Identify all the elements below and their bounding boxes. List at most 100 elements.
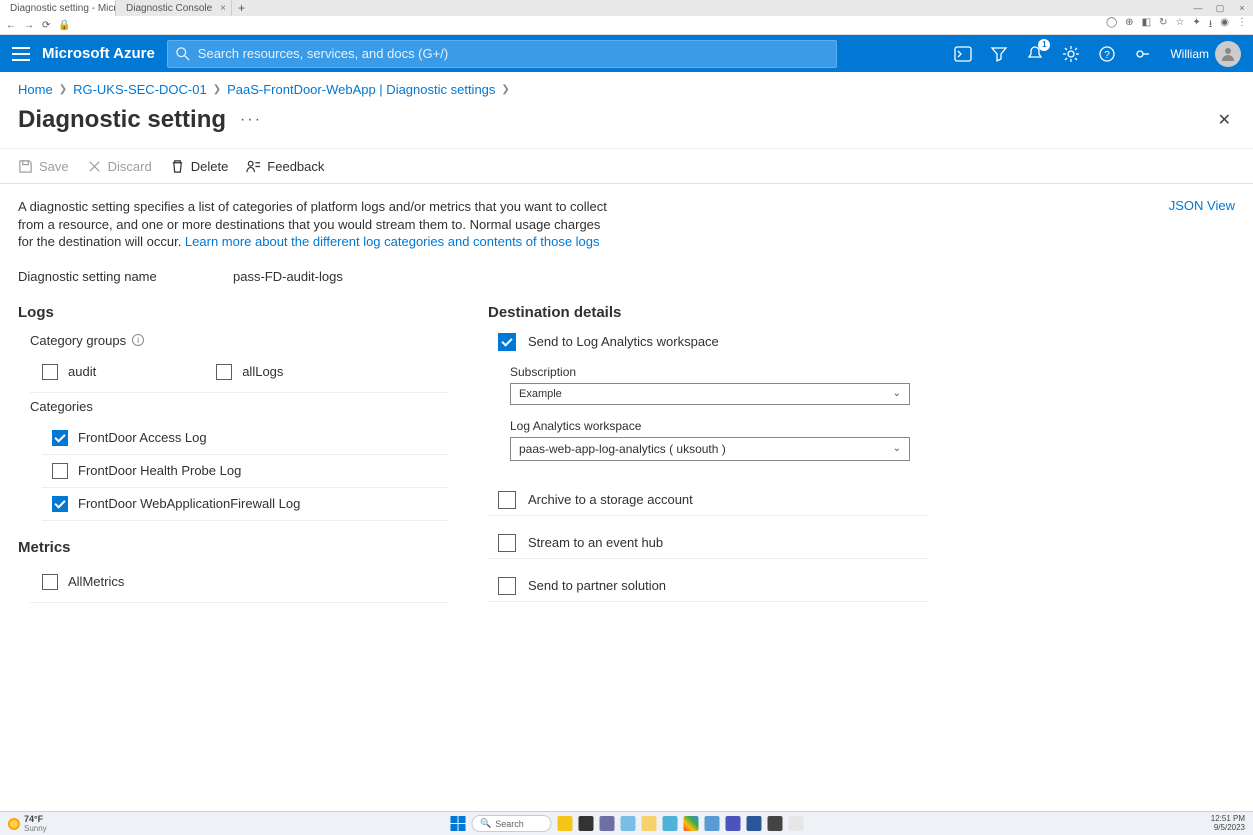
search-icon bbox=[176, 47, 190, 61]
portal-menu-icon[interactable] bbox=[12, 47, 30, 61]
chevron-down-icon: ⌄ bbox=[893, 388, 901, 399]
browser-tab-2[interactable]: Diagnostic Console × bbox=[116, 0, 232, 16]
more-actions-icon[interactable]: ··· bbox=[236, 111, 266, 129]
feedback-person-icon bbox=[246, 159, 261, 174]
setting-name-row: Diagnostic setting name pass-FD-audit-lo… bbox=[18, 269, 1235, 284]
categories-label: Categories bbox=[30, 399, 448, 414]
user-name: William bbox=[1170, 47, 1209, 61]
settings-icon[interactable] bbox=[1062, 45, 1080, 63]
new-tab-button[interactable]: + bbox=[232, 1, 251, 15]
learn-more-link[interactable]: Learn more about the different log categ… bbox=[185, 234, 600, 249]
bookmark-icon[interactable]: ☆ bbox=[1175, 17, 1184, 34]
checkbox-icon bbox=[498, 491, 516, 509]
checkbox-icon bbox=[216, 364, 232, 380]
notification-badge: 1 bbox=[1038, 39, 1050, 51]
subscription-dropdown[interactable]: Example ⌄ bbox=[510, 383, 910, 405]
breadcrumb-resource[interactable]: PaaS-FrontDoor-WebApp | Diagnostic setti… bbox=[227, 82, 495, 97]
group-audit-checkbox[interactable]: audit bbox=[42, 358, 96, 386]
page-header: Diagnostic setting ··· ✕ bbox=[0, 106, 1253, 148]
azure-brand[interactable]: Microsoft Azure bbox=[42, 45, 155, 62]
breadcrumb-rg[interactable]: RG-UKS-SEC-DOC-01 bbox=[73, 82, 207, 97]
start-button[interactable] bbox=[450, 816, 465, 831]
taskbar-app-icon[interactable] bbox=[557, 816, 572, 831]
json-view-link[interactable]: JSON View bbox=[1169, 198, 1235, 213]
separator bbox=[488, 515, 928, 516]
browser-toolbar: ← → ⟳ 🔒 ◯ ⊕ ◧ ↻ ☆ ✦ ⭳ ◉ ⋮ bbox=[0, 16, 1253, 35]
metrics-heading: Metrics bbox=[18, 539, 448, 556]
back-icon[interactable]: ← bbox=[6, 20, 16, 31]
taskbar-app-icon[interactable] bbox=[746, 816, 761, 831]
ext-icon[interactable]: ◯ bbox=[1106, 17, 1117, 34]
feedback-button[interactable]: Feedback bbox=[246, 159, 324, 174]
separator bbox=[30, 392, 448, 393]
avatar bbox=[1215, 41, 1241, 67]
subscription-label: Subscription bbox=[510, 365, 928, 379]
lock-icon[interactable]: 🔒 bbox=[58, 20, 70, 31]
reload-icon[interactable]: ⟳ bbox=[42, 20, 50, 31]
forward-icon[interactable]: → bbox=[24, 20, 34, 31]
user-menu[interactable]: William bbox=[1170, 41, 1241, 67]
sun-icon bbox=[8, 818, 20, 830]
filter-icon[interactable] bbox=[990, 45, 1008, 63]
taskbar-app-icon[interactable] bbox=[788, 816, 803, 831]
minimize-icon[interactable]: — bbox=[1187, 0, 1209, 16]
taskbar-search[interactable]: 🔍 Search bbox=[471, 815, 551, 832]
svg-text:?: ? bbox=[1105, 50, 1111, 61]
info-icon[interactable]: i bbox=[132, 334, 144, 346]
feedback-icon[interactable] bbox=[1134, 45, 1152, 63]
close-icon[interactable]: × bbox=[220, 3, 226, 14]
taskbar-app-icon[interactable] bbox=[662, 816, 677, 831]
close-window-icon[interactable]: × bbox=[1231, 0, 1253, 16]
dest-archive-checkbox[interactable]: Archive to a storage account bbox=[498, 491, 928, 509]
content-area: A diagnostic setting specifies a list of… bbox=[0, 184, 1253, 623]
save-button[interactable]: Save bbox=[18, 159, 69, 174]
notifications-icon[interactable]: 1 bbox=[1026, 45, 1044, 63]
workspace-dropdown[interactable]: paas-web-app-log-analytics ( uksouth ) ⌄ bbox=[510, 437, 910, 461]
download-icon[interactable]: ⭳ bbox=[1209, 17, 1213, 34]
menu-icon[interactable]: ⋮ bbox=[1237, 17, 1247, 34]
dest-eventhub-checkbox[interactable]: Stream to an event hub bbox=[498, 534, 928, 552]
logs-column: Logs Category groups i audit allLogs Cat… bbox=[18, 304, 448, 609]
cloud-shell-icon[interactable] bbox=[954, 45, 972, 63]
search-input[interactable] bbox=[198, 46, 828, 61]
taskbar-app-icon[interactable] bbox=[704, 816, 719, 831]
taskbar-app-icon[interactable] bbox=[683, 816, 698, 831]
dest-law-checkbox[interactable]: Send to Log Analytics workspace bbox=[498, 333, 928, 351]
separator bbox=[488, 558, 928, 559]
browser-tab-title: Diagnostic setting - Microsoft A bbox=[10, 3, 116, 14]
taskbar-app-icon[interactable] bbox=[599, 816, 614, 831]
save-icon bbox=[18, 159, 33, 174]
category-waf-log[interactable]: FrontDoor WebApplicationFirewall Log bbox=[52, 490, 448, 518]
taskbar-app-icon[interactable] bbox=[725, 816, 740, 831]
ext-icon[interactable]: ⊕ bbox=[1125, 17, 1133, 34]
dest-partner-checkbox[interactable]: Send to partner solution bbox=[498, 577, 928, 595]
allmetrics-checkbox[interactable]: AllMetrics bbox=[42, 568, 448, 596]
taskbar-app-icon[interactable] bbox=[620, 816, 635, 831]
browser-tab-1[interactable]: Diagnostic setting - Microsoft A × bbox=[0, 0, 116, 16]
category-access-log[interactable]: FrontDoor Access Log bbox=[52, 424, 448, 452]
checkbox-icon bbox=[498, 577, 516, 595]
breadcrumb-home[interactable]: Home bbox=[18, 82, 53, 97]
discard-button[interactable]: Discard bbox=[87, 159, 152, 174]
weather-widget[interactable]: 74°F Sunny bbox=[0, 814, 55, 833]
profile-icon[interactable]: ◉ bbox=[1220, 17, 1229, 34]
delete-button[interactable]: Delete bbox=[170, 159, 229, 174]
ext-icon[interactable]: ◧ bbox=[1142, 17, 1151, 34]
description-text: A diagnostic setting specifies a list of… bbox=[18, 198, 618, 251]
group-alllogs-checkbox[interactable]: allLogs bbox=[216, 358, 283, 386]
global-search[interactable] bbox=[167, 40, 837, 68]
category-health-probe[interactable]: FrontDoor Health Probe Log bbox=[52, 457, 448, 485]
taskbar-app-icon[interactable] bbox=[767, 816, 782, 831]
ext-icon[interactable]: ↻ bbox=[1159, 17, 1167, 34]
logs-heading: Logs bbox=[18, 304, 448, 321]
checkbox-icon bbox=[42, 364, 58, 380]
maximize-icon[interactable]: ▢ bbox=[1209, 0, 1231, 16]
close-blade-button[interactable]: ✕ bbox=[1214, 106, 1235, 134]
separator bbox=[488, 601, 928, 602]
help-icon[interactable]: ? bbox=[1098, 45, 1116, 63]
taskbar-app-icon[interactable] bbox=[641, 816, 656, 831]
system-tray-clock[interactable]: 12:51 PM 9/5/2023 bbox=[1203, 815, 1253, 832]
chevron-right-icon: ❯ bbox=[501, 84, 509, 95]
extensions-icon[interactable]: ✦ bbox=[1192, 17, 1200, 34]
taskbar-app-icon[interactable] bbox=[578, 816, 593, 831]
